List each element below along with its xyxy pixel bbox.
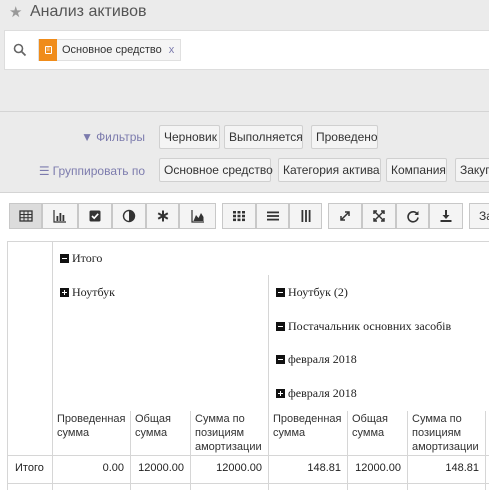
area-chart-icon — [190, 210, 204, 223]
pivot-view-button[interactable] — [9, 203, 42, 229]
grid-line — [7, 455, 489, 456]
collapse-icon — [276, 322, 285, 331]
header-group-notebook-2[interactable]: Ноутбук (2) — [276, 285, 348, 300]
table-cell[interactable]: 12000.00 — [131, 462, 184, 474]
facet-value: Основное средство — [62, 44, 162, 56]
search-facet: ≡ Основное средство x — [38, 39, 182, 61]
columns-icon — [301, 210, 310, 222]
grid-line — [190, 411, 191, 490]
grid-line — [7, 241, 489, 242]
search-bar[interactable]: ≡ Основное средство x — [4, 30, 489, 70]
check-square-icon — [89, 210, 101, 222]
grid-line — [268, 275, 269, 490]
grid-line — [347, 411, 348, 490]
rows-layout-button[interactable] — [256, 203, 289, 229]
groupby-asset-category[interactable]: Категория актива — [278, 158, 381, 182]
rows-icon — [266, 211, 279, 221]
grid-line — [485, 411, 486, 490]
favorite-star-icon[interactable]: ★ — [9, 3, 22, 21]
grid-line — [52, 241, 53, 490]
facet-close-icon[interactable]: x — [166, 44, 181, 56]
filters-label[interactable]: ▼ Фильтры — [35, 130, 145, 144]
table-cell[interactable]: 12000.00 — [348, 462, 401, 474]
divider — [0, 111, 489, 112]
collapse-icon — [276, 288, 285, 297]
grid-icon — [233, 211, 245, 222]
checkbox-view-button[interactable] — [78, 203, 112, 229]
measure-header[interactable]: Общая сумма — [135, 412, 189, 440]
refresh-button[interactable] — [396, 203, 429, 229]
asterisk-icon — [157, 210, 168, 222]
grid-line — [7, 241, 8, 490]
row-header-total[interactable]: Итого — [15, 462, 44, 474]
page-title: Анализ активов — [30, 3, 147, 20]
measure-header[interactable]: Общая сумма — [352, 412, 406, 440]
filter-draft[interactable]: Черновик — [159, 125, 220, 149]
header-month-1[interactable]: февраля 2018 — [276, 352, 357, 367]
groupby-purchase[interactable]: Закуп — [455, 158, 489, 182]
database-icon: ☰ — [38, 164, 50, 178]
measure-header[interactable]: Проведенная сумма — [273, 412, 345, 440]
columns-layout-button[interactable] — [289, 203, 322, 229]
filter-posted[interactable]: Проведено — [311, 125, 378, 149]
area-chart-button[interactable] — [179, 203, 216, 229]
pivot-table: Итого Ноутбук Ноутбук (2) Постачальник о… — [0, 239, 489, 490]
view-toolbar: За — [0, 193, 489, 239]
expand-icon — [60, 288, 69, 297]
filter-icon: ▼ — [81, 130, 94, 144]
collapse-icon — [373, 210, 385, 222]
table-cell[interactable]: 148.81 — [269, 462, 341, 474]
expand-icon — [276, 389, 285, 398]
pie-chart-button[interactable] — [112, 203, 146, 229]
header-group-notebook[interactable]: Ноутбук — [60, 285, 115, 300]
asterisk-button[interactable] — [146, 203, 179, 229]
title-bar: ★ Анализ активов — [0, 0, 489, 26]
groupby-asset[interactable]: Основное средство — [159, 158, 273, 182]
more-button[interactable]: За — [469, 203, 489, 229]
expand-button[interactable] — [328, 203, 362, 229]
grid-layout-button[interactable] — [222, 203, 256, 229]
measure-header[interactable]: Сумма по позициям амортизации — [195, 412, 267, 454]
contrast-icon — [122, 209, 136, 223]
collapse-icon — [276, 355, 285, 364]
bar-chart-icon — [53, 210, 66, 223]
collapse-button[interactable] — [362, 203, 396, 229]
download-icon — [440, 210, 452, 222]
table-cell[interactable]: 12000.00 — [191, 462, 262, 474]
table-cell[interactable]: 148.81 — [408, 462, 479, 474]
refresh-icon — [406, 210, 419, 223]
table-cell[interactable]: 0.00 — [53, 462, 124, 474]
header-supplier[interactable]: Постачальник основних засобів — [276, 319, 451, 334]
header-month-2[interactable]: февраля 2018 — [276, 386, 357, 401]
collapse-icon — [60, 254, 69, 263]
grid-line — [130, 411, 131, 490]
header-total[interactable]: Итого — [60, 251, 102, 266]
table-icon — [18, 210, 33, 222]
facet-filter-icon: ≡ — [39, 39, 57, 61]
filter-in-progress[interactable]: Выполняется — [224, 125, 303, 149]
bar-chart-button[interactable] — [42, 203, 78, 229]
groupby-company[interactable]: Компания — [386, 158, 447, 182]
search-icon — [13, 43, 27, 57]
grid-line — [7, 483, 489, 484]
measure-header[interactable]: Сумма по позициям амортизации — [412, 412, 484, 454]
download-button[interactable] — [429, 203, 463, 229]
groupby-label[interactable]: ☰ Группировать по — [35, 164, 145, 178]
grid-line — [407, 411, 408, 490]
expand-icon — [340, 211, 350, 221]
measure-header[interactable]: Проведенная сумма — [57, 412, 129, 440]
